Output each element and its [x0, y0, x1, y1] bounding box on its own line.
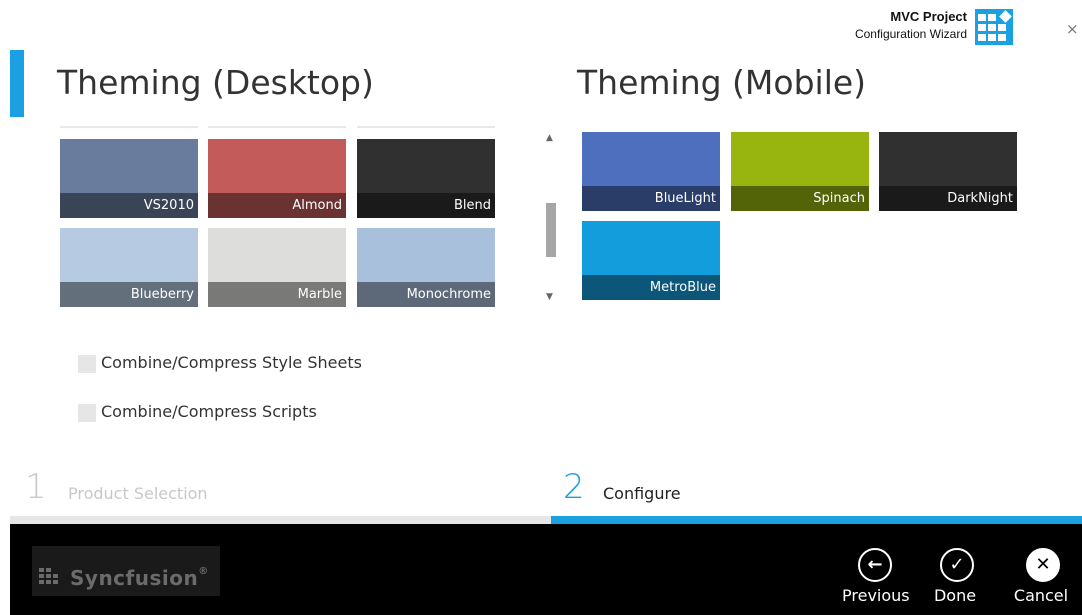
checkbox-box[interactable]: [78, 355, 96, 373]
syncfusion-logo-text: Syncfusion®: [70, 566, 209, 590]
theme-label: Monochrome: [357, 282, 495, 307]
wizard-header: MVC Project Configuration Wizard ×: [0, 0, 1082, 50]
theme-label: Blueberry: [60, 282, 198, 307]
scroll-up-arrow-icon[interactable]: ▲: [546, 133, 553, 143]
theme-tile-monochrome[interactable]: Monochrome: [357, 228, 495, 307]
checkbox-label: Combine/Compress Scripts: [101, 402, 317, 421]
cancel-button-label: Cancel: [1013, 586, 1069, 605]
theme-tile-almond[interactable]: Almond: [208, 139, 346, 218]
check-circle-icon: ✓: [940, 548, 974, 582]
syncfusion-logo-icon: [39, 568, 61, 586]
section-accent-bar: [10, 50, 24, 117]
step-label: Configure: [603, 484, 681, 503]
theme-label: MetroBlue: [582, 275, 720, 300]
previous-button-label: Previous: [842, 586, 910, 605]
theme-tile-spinach[interactable]: Spinach: [731, 132, 869, 211]
list-top-edge: [208, 126, 346, 128]
close-circle-icon: ✕: [1026, 548, 1060, 582]
cancel-button[interactable]: ✕ Cancel: [1010, 548, 1080, 608]
theme-tile-bluelight[interactable]: BlueLight: [582, 132, 720, 211]
step-number: 1: [25, 467, 47, 507]
theme-tile-vs2010[interactable]: VS2010: [60, 139, 198, 218]
theme-label: BlueLight: [582, 186, 720, 211]
list-top-edge: [60, 126, 198, 128]
theme-label: VS2010: [60, 193, 198, 218]
arrow-left-circle-icon: ←: [858, 548, 892, 582]
theme-tile-blend[interactable]: Blend: [357, 139, 495, 218]
desktop-theming-title: Theming (Desktop): [57, 63, 374, 102]
done-button-label: Done: [933, 586, 977, 605]
done-button[interactable]: ✓ Done: [924, 548, 994, 608]
close-icon[interactable]: ×: [1066, 20, 1079, 38]
theme-tile-darknight[interactable]: DarkNight: [879, 132, 1017, 211]
step-progress-active: [551, 516, 1082, 524]
theme-tile-blueberry[interactable]: Blueberry: [60, 228, 198, 307]
scrollbar-thumb[interactable]: [546, 203, 556, 257]
logo-wordmark: Syncfusion: [70, 566, 199, 590]
wizard-logo-icon: [975, 9, 1013, 45]
checkbox-box[interactable]: [78, 404, 96, 422]
list-top-edge: [357, 126, 495, 128]
step-number: 2: [563, 467, 585, 507]
theme-tile-marble[interactable]: Marble: [208, 228, 346, 307]
brand-subtitle: Configuration Wizard: [854, 27, 967, 41]
step-label: Product Selection: [68, 484, 208, 503]
previous-button[interactable]: ← Previous: [842, 548, 912, 608]
logo-trademark: ®: [198, 566, 209, 577]
theme-label: Blend: [357, 193, 495, 218]
mobile-theming-title: Theming (Mobile): [577, 63, 867, 102]
theme-label: Spinach: [731, 186, 869, 211]
theme-label: DarkNight: [879, 186, 1017, 211]
theme-label: Marble: [208, 282, 346, 307]
step-progress-track: [10, 516, 551, 524]
theme-label: Almond: [208, 193, 346, 218]
brand-title: MVC Project: [890, 9, 967, 24]
theme-tile-metroblue[interactable]: MetroBlue: [582, 221, 720, 300]
scroll-down-arrow-icon[interactable]: ▼: [546, 292, 553, 302]
checkbox-label: Combine/Compress Style Sheets: [101, 353, 362, 372]
